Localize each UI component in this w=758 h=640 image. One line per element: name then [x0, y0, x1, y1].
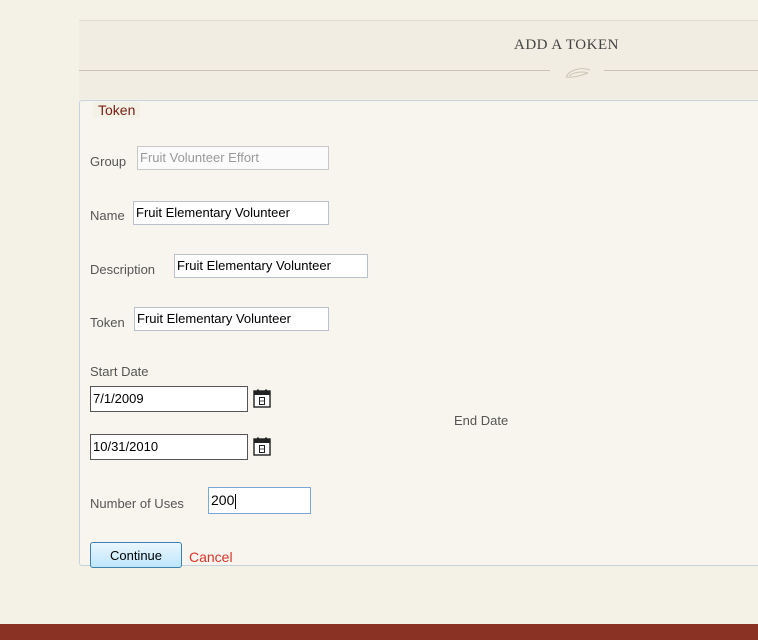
- name-label[interactable]: Name: [90, 208, 125, 223]
- start-date-label: Start Date: [90, 364, 149, 379]
- calendar-icon[interactable]: [253, 389, 271, 408]
- token-label[interactable]: Token: [90, 315, 125, 330]
- cancel-link[interactable]: Cancel: [189, 549, 233, 565]
- end-date-field[interactable]: 10/31/2010: [90, 434, 248, 460]
- page-title: ADD A TOKEN: [514, 37, 619, 53]
- footer-band: [0, 624, 758, 640]
- token-field[interactable]: Fruit Elementary Volunteer: [134, 307, 329, 331]
- calendar-icon[interactable]: [253, 437, 271, 456]
- flourish-icon: [565, 68, 591, 78]
- description-label[interactable]: Description: [90, 262, 155, 277]
- start-date-field[interactable]: 7/1/2009: [90, 386, 248, 412]
- group-field: Fruit Volunteer Effort: [137, 146, 329, 170]
- text-caret: [235, 493, 237, 509]
- title-rule-left: [79, 70, 550, 71]
- continue-button[interactable]: Continue: [90, 542, 182, 568]
- header-band: [79, 21, 758, 99]
- fieldset-legend: Token: [93, 102, 141, 118]
- title-rule-right: [604, 70, 758, 71]
- uses-field[interactable]: 200: [208, 487, 311, 514]
- uses-value: 200: [211, 492, 235, 508]
- name-field[interactable]: Fruit Elementary Volunteer: [133, 201, 329, 225]
- uses-label: Number of Uses: [90, 496, 184, 511]
- description-field[interactable]: Fruit Elementary Volunteer: [174, 254, 368, 278]
- group-label: Group: [90, 154, 127, 169]
- end-date-label: End Date: [454, 413, 509, 428]
